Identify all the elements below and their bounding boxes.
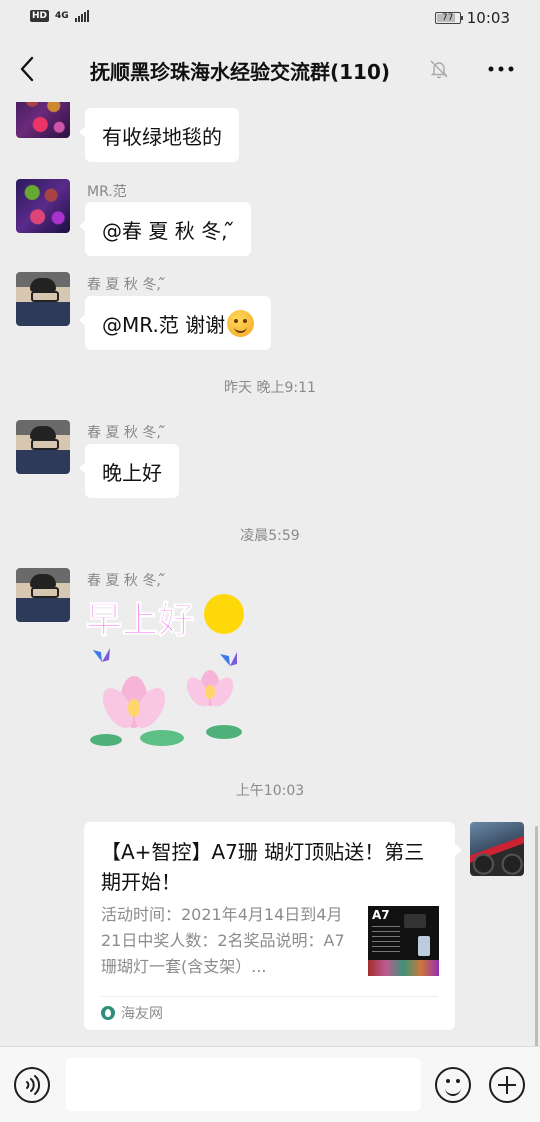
battery-icon: 77 [434, 12, 463, 24]
timestamp: 凌晨5:59 [240, 528, 300, 544]
lily-pad [140, 730, 184, 746]
scrollbar[interactable] [535, 826, 538, 1046]
smiling-face-icon [227, 309, 255, 337]
lily-pad [90, 734, 122, 746]
thumbnail-label: A7 [372, 908, 390, 922]
signal-icon [74, 10, 89, 22]
message-input[interactable] [66, 1058, 421, 1111]
sun-icon [204, 594, 244, 634]
avatar[interactable] [16, 568, 70, 622]
voice-button[interactable] [14, 1067, 50, 1103]
link-card-thumbnail: A7 [368, 906, 439, 976]
divider [101, 996, 438, 997]
hd-badge: HD [30, 10, 50, 22]
chat-messages[interactable]: 有收绿地毯的 MR.范 @春 夏 秋 冬, ᷉ 春 夏 秋 冬, ᷉ @MR.范… [0, 102, 540, 1046]
my-avatar[interactable] [470, 822, 524, 876]
status-left: HD 4G [30, 10, 89, 22]
link-card[interactable]: 【A+智控】A7珊 瑚灯顶贴送！第三期开始！ 活动时间：2021年4月14日到4… [84, 822, 462, 1030]
source-logo-icon [101, 1006, 115, 1020]
bell-off-icon [430, 60, 448, 79]
lotus-flower-icon [186, 670, 234, 707]
message-text: 有收绿地毯的 [102, 124, 222, 149]
chevron-left-icon [20, 56, 34, 82]
link-card-source: 海友网 [101, 1003, 163, 1023]
network-label: 4G [55, 11, 69, 21]
status-time: 10:03 [466, 9, 510, 27]
status-bar: HD 4G 77 10:03 [0, 0, 540, 36]
message-bubble[interactable]: @MR.范 谢谢 [78, 296, 272, 350]
message-text: @MR.范 谢谢 [102, 312, 226, 337]
message-bubble[interactable]: @春 夏 秋 冬, ᷉ [79, 202, 251, 256]
sticker-text: 早上好 [86, 600, 194, 641]
butterfly-icon [220, 652, 237, 666]
ellipsis-icon [488, 66, 514, 72]
avatar[interactable] [16, 179, 70, 233]
chat-title: 抚顺黑珍珠海水经验交流群(110) [90, 60, 391, 84]
chat-header: 抚顺黑珍珠海水经验交流群(110) [0, 36, 540, 102]
sender-name: 春 夏 秋 冬, ᷉ [87, 277, 166, 293]
emoji-button[interactable] [435, 1067, 471, 1103]
plus-button[interactable] [489, 1067, 525, 1103]
sender-name: MR.范 [87, 184, 127, 200]
message-text: 晚上好 [102, 460, 162, 485]
status-right: 77 10:03 [434, 9, 510, 27]
message-bubble[interactable]: 晚上好 [79, 444, 179, 498]
sender-name: 春 夏 秋 冬, ᷉ [87, 573, 166, 589]
more-button[interactable] [486, 58, 516, 80]
link-card-description: 活动时间：2021年4月14日到4月21日中奖人数：2名奖品说明：A7珊瑚灯一套… [101, 905, 345, 976]
message-text: @春 夏 秋 冬, ᷉ [102, 218, 234, 243]
input-bar [0, 1046, 540, 1122]
butterfly-icon [93, 648, 110, 662]
link-card-title: 【A+智控】A7珊 瑚灯顶贴送！第三期开始！ [101, 840, 425, 894]
timestamp: 上午10:03 [235, 783, 305, 799]
avatar[interactable] [16, 102, 70, 138]
timestamp: 昨天 晚上9:11 [224, 380, 316, 396]
avatar[interactable] [16, 272, 70, 326]
voice-icon [26, 1075, 41, 1095]
source-name: 海友网 [121, 1006, 163, 1022]
message-bubble[interactable]: 有收绿地毯的 [79, 108, 239, 162]
battery-level: 77 [442, 13, 454, 23]
avatar[interactable] [16, 420, 70, 474]
lotus-butterfly-sticker[interactable]: 早上好 [84, 590, 250, 750]
back-button[interactable] [14, 52, 44, 86]
sender-name: 春 夏 秋 冬, ᷉ [87, 425, 166, 441]
lily-pad [206, 725, 242, 739]
lotus-flower-icon [102, 676, 166, 728]
